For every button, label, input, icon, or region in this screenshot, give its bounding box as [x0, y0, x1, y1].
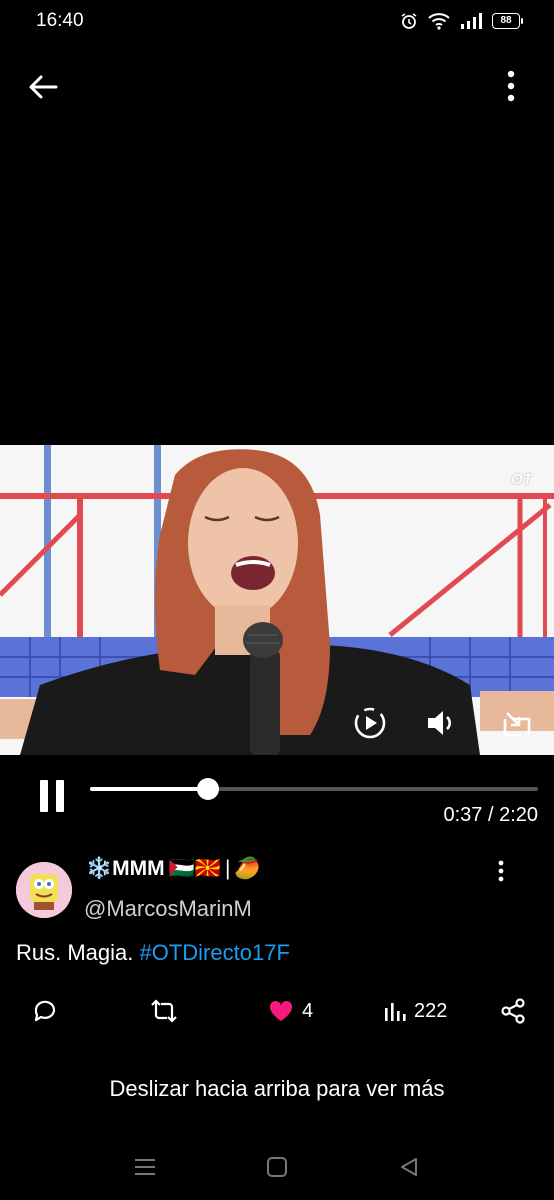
views-button[interactable]: 222 — [384, 996, 447, 1026]
back-icon — [401, 1158, 417, 1176]
signal-icon — [461, 13, 482, 29]
like-button[interactable]: 4 — [268, 996, 313, 1026]
volume-button[interactable] — [422, 703, 462, 743]
retweet-icon — [151, 999, 177, 1023]
channel-watermark: OT — [511, 471, 532, 488]
progress-handle[interactable] — [197, 778, 220, 800]
nav-back-button[interactable] — [392, 1150, 426, 1184]
reply-icon — [34, 1000, 56, 1022]
nav-menu-button[interactable] — [128, 1150, 162, 1184]
share-icon — [501, 998, 525, 1024]
timecode: 0:37 / 2:20 — [443, 804, 538, 826]
share-button[interactable] — [500, 996, 526, 1026]
nav-home-button[interactable] — [260, 1150, 294, 1184]
video-scene — [0, 445, 554, 755]
like-count: 4 — [302, 999, 314, 1022]
hashtag-link[interactable]: #OTDirecto17F — [140, 940, 290, 965]
autoplay-icon — [354, 707, 386, 739]
tweet-text: Rus. Magia. #OTDirecto17F — [16, 940, 290, 966]
status-time: 16:40 — [36, 10, 84, 31]
tweet-more-button[interactable] — [490, 858, 512, 884]
menu-icon — [135, 1159, 155, 1175]
back-button[interactable] — [26, 70, 60, 104]
display-name-suffix: 🥭 — [234, 857, 261, 880]
alarm-icon — [401, 13, 417, 29]
arrow-left-icon — [29, 75, 58, 99]
reply-button[interactable] — [32, 996, 58, 1026]
wifi-icon — [428, 13, 450, 30]
home-icon — [267, 1157, 287, 1177]
minimize-button[interactable] — [497, 703, 537, 743]
pause-icon-bar — [40, 780, 48, 812]
autoplay-button[interactable] — [350, 703, 390, 743]
progress-bar[interactable] — [90, 778, 538, 800]
video-frame[interactable]: OT — [0, 445, 554, 755]
status-icons: 88 — [400, 12, 523, 30]
more-options-button[interactable] — [494, 68, 528, 104]
progress-fill — [90, 787, 209, 791]
display-name-flags: 🇵🇸🇲🇰 — [168, 857, 221, 880]
display-name[interactable]: ❄️MMM 🇵🇸🇲🇰 | 🥭 — [86, 857, 261, 881]
minimize-icon — [503, 712, 531, 737]
swipe-up-hint: Deslizar hacia arriba para ver más — [109, 1076, 445, 1101]
tweet-text-plain: Rus. Magia. — [16, 940, 140, 965]
avatar[interactable] — [16, 862, 72, 918]
view-count: 222 — [414, 999, 448, 1022]
display-name-prefix: ❄️MMM — [86, 857, 165, 880]
volume-icon — [428, 711, 451, 735]
user-handle[interactable]: @MarcosMarinM — [84, 896, 252, 922]
pause-icon-bar — [56, 780, 64, 812]
battery-indicator: 88 — [492, 13, 523, 29]
avatar-image — [16, 862, 72, 918]
display-name-separator: | — [224, 857, 231, 880]
more-vertical-icon — [507, 70, 515, 102]
system-nav-bar — [0, 1150, 554, 1184]
more-vertical-icon — [498, 860, 504, 882]
retweet-button[interactable] — [150, 996, 178, 1026]
pause-button[interactable] — [36, 776, 68, 816]
heart-icon — [269, 1000, 293, 1021]
views-icon — [385, 1003, 406, 1021]
